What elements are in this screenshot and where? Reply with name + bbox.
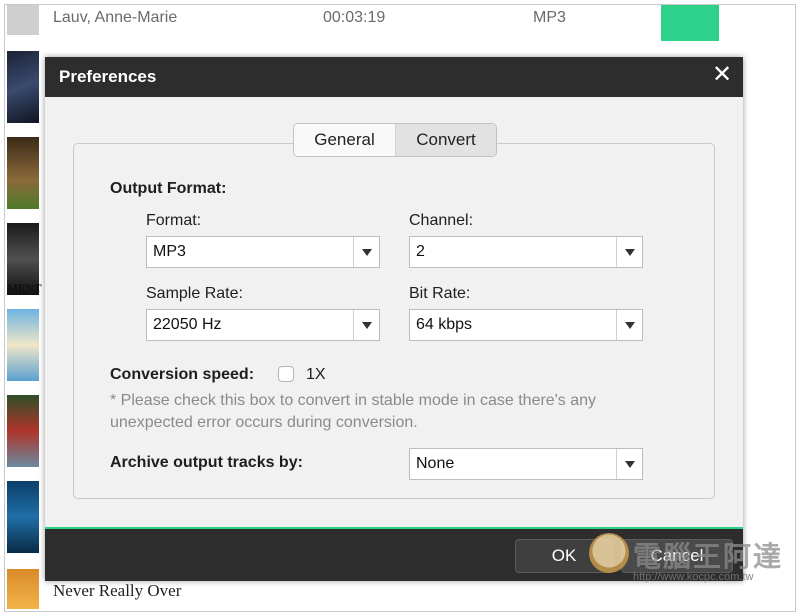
watermark-text: 電腦王阿達 bbox=[633, 541, 784, 572]
sample-rate-value: 22050 Hz bbox=[153, 316, 222, 333]
dropdown-arrow-icon[interactable] bbox=[616, 310, 642, 340]
track-artist: Lauv, Anne-Marie bbox=[53, 9, 178, 26]
format-label: Format: bbox=[146, 212, 202, 229]
dialog-header: Preferences ✕ bbox=[45, 57, 743, 97]
format-value: MP3 bbox=[153, 243, 186, 260]
album-thumbnail-text: MENT bbox=[7, 281, 42, 295]
bit-rate-select[interactable]: 64 kbps bbox=[409, 309, 643, 341]
album-thumbnail[interactable] bbox=[7, 569, 39, 609]
album-thumbnail[interactable] bbox=[7, 137, 39, 209]
bit-rate-value: 64 kbps bbox=[416, 316, 473, 333]
convert-settings-group: Output Format: Format: MP3 Channel: 2 Sa… bbox=[73, 143, 715, 499]
preferences-tabs: General Convert bbox=[293, 123, 497, 157]
sample-rate-select[interactable]: 22050 Hz bbox=[146, 309, 380, 341]
album-thumbnail[interactable] bbox=[7, 481, 39, 553]
sample-rate-label: Sample Rate: bbox=[146, 285, 243, 302]
output-format-heading: Output Format: bbox=[110, 180, 227, 197]
conversion-speed-option: 1X bbox=[306, 366, 326, 383]
archive-label: Archive output tracks by: bbox=[110, 454, 303, 471]
album-thumbnail[interactable] bbox=[7, 309, 39, 381]
conversion-speed-checkbox[interactable] bbox=[278, 366, 294, 382]
format-select[interactable]: MP3 bbox=[146, 236, 380, 268]
preferences-dialog: Preferences ✕ Output Format: Format: MP3… bbox=[45, 57, 743, 581]
screenshot-frame: Lauv, Anne-Marie 00:03:19 MP3 MENT Never… bbox=[4, 4, 796, 612]
album-thumbnail bbox=[7, 5, 39, 35]
track-format: MP3 bbox=[533, 9, 566, 26]
bit-rate-label: Bit Rate: bbox=[409, 285, 471, 302]
watermark-logo-icon bbox=[589, 533, 629, 573]
dropdown-arrow-icon[interactable] bbox=[353, 237, 379, 267]
conversion-speed-label: Conversion speed: bbox=[110, 366, 255, 383]
tab-general[interactable]: General bbox=[294, 124, 396, 156]
close-icon[interactable]: ✕ bbox=[711, 63, 733, 87]
track-title: Never Really Over bbox=[53, 581, 182, 600]
archive-select[interactable]: None bbox=[409, 448, 643, 480]
conversion-note: * Please check this box to convert in st… bbox=[110, 392, 596, 431]
channel-value: 2 bbox=[416, 243, 425, 260]
dropdown-arrow-icon[interactable] bbox=[353, 310, 379, 340]
status-indicator bbox=[661, 5, 719, 41]
track-row[interactable]: Lauv, Anne-Marie 00:03:19 MP3 bbox=[5, 5, 795, 41]
channel-select[interactable]: 2 bbox=[409, 236, 643, 268]
channel-label: Channel: bbox=[409, 212, 474, 229]
dialog-title: Preferences bbox=[59, 67, 157, 86]
album-thumbnail[interactable] bbox=[7, 395, 39, 467]
watermark-url: http://www.kocpc.com.tw bbox=[633, 571, 754, 583]
dropdown-arrow-icon[interactable] bbox=[616, 237, 642, 267]
tab-convert[interactable]: Convert bbox=[396, 124, 496, 156]
archive-value: None bbox=[416, 455, 455, 472]
album-thumbnail[interactable] bbox=[7, 51, 39, 123]
track-duration: 00:03:19 bbox=[323, 9, 386, 26]
dropdown-arrow-icon[interactable] bbox=[616, 449, 642, 479]
